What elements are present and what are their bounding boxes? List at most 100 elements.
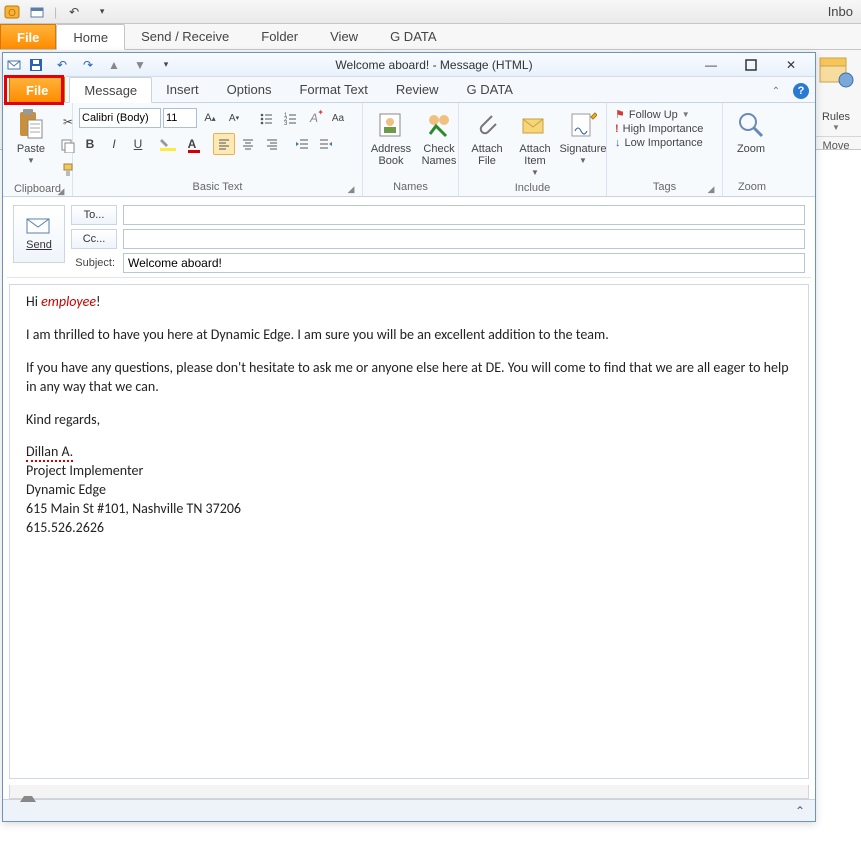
merge-field-employee: employee bbox=[41, 293, 96, 310]
send-button[interactable]: Send bbox=[13, 205, 65, 263]
high-importance-icon: ! bbox=[615, 123, 619, 135]
parent-tab-file[interactable]: File bbox=[0, 24, 56, 49]
parent-qat-more-icon[interactable]: ▾ bbox=[91, 1, 113, 23]
align-right-button[interactable] bbox=[261, 133, 283, 155]
group-tags: ⚑ Follow Up ▼ ! High Importance ↓ Low Im… bbox=[607, 103, 723, 196]
message-statusbar: ⌃ bbox=[3, 799, 815, 821]
svg-text:3: 3 bbox=[284, 121, 288, 125]
qat-undo-icon[interactable]: ↶ bbox=[51, 54, 73, 76]
italic-button[interactable]: I bbox=[103, 133, 125, 155]
parent-undo-icon[interactable]: ↶ bbox=[63, 1, 85, 23]
group-include: Attach File Attach Item ▼ Signature ▼ bbox=[459, 103, 607, 196]
tab-options[interactable]: Options bbox=[213, 77, 286, 102]
horizontal-ruler[interactable] bbox=[9, 785, 809, 799]
parent-ribbon-tabs: File Home Send / Receive Folder View G D… bbox=[0, 24, 861, 50]
signature-button[interactable]: Signature ▼ bbox=[561, 107, 605, 168]
qat-mail-icon bbox=[7, 58, 21, 72]
attach-item- icon bbox=[519, 109, 551, 141]
paste-icon bbox=[15, 109, 47, 141]
maximize-button[interactable] bbox=[731, 55, 771, 75]
to-field[interactable] bbox=[123, 205, 805, 225]
address-book-icon bbox=[375, 109, 407, 141]
message-title: Welcome aboard! - Message (HTML) bbox=[181, 58, 687, 72]
align-center-button[interactable] bbox=[237, 133, 259, 155]
paste-button[interactable]: Paste ▼ bbox=[9, 107, 53, 168]
grow-font-icon[interactable]: A▴ bbox=[199, 107, 221, 129]
bold-button[interactable]: B bbox=[79, 133, 101, 155]
indent-left-button[interactable] bbox=[291, 133, 313, 155]
parent-tab-home[interactable]: Home bbox=[56, 24, 125, 50]
compose-header: Send To... Cc... Subject: bbox=[7, 197, 811, 278]
parent-window-title: Inbo bbox=[828, 4, 857, 19]
launcher-icon[interactable]: ◢ bbox=[346, 184, 356, 194]
paperclip-icon bbox=[471, 109, 503, 141]
parent-qat-sep: | bbox=[54, 5, 57, 19]
close-button[interactable]: ✕ bbox=[771, 55, 811, 75]
underline-button[interactable]: U bbox=[127, 133, 149, 155]
tab-file[interactable]: File bbox=[9, 77, 65, 102]
message-body-editor[interactable]: Hi employee! I am thrilled to have you h… bbox=[9, 284, 809, 779]
ribbon-minimize-icon[interactable]: ⌃ bbox=[765, 80, 787, 102]
qat-save-icon[interactable] bbox=[25, 54, 47, 76]
highlight-button[interactable] bbox=[157, 133, 179, 155]
minimize-button[interactable]: — bbox=[691, 55, 731, 75]
outlook-icon: O bbox=[4, 4, 20, 20]
parent-tab-view[interactable]: View bbox=[314, 24, 374, 49]
svg-text:O: O bbox=[8, 8, 16, 19]
group-clipboard: Paste ▼ ✂ Clipboard◢ bbox=[3, 103, 73, 196]
parent-qat-btn[interactable] bbox=[26, 1, 48, 23]
numbering-icon[interactable]: 123 bbox=[279, 107, 301, 129]
tab-message[interactable]: Message bbox=[69, 77, 152, 103]
group-zoom: Zoom Zoom bbox=[723, 103, 781, 196]
chevron-down-icon: ▼ bbox=[27, 157, 35, 166]
cc-field[interactable] bbox=[123, 229, 805, 249]
parent-tab-sendreceive[interactable]: Send / Receive bbox=[125, 24, 245, 49]
launcher-icon[interactable]: ◢ bbox=[706, 184, 716, 194]
attach-item-button[interactable]: Attach Item ▼ bbox=[513, 107, 557, 180]
zoom-button[interactable]: Zoom bbox=[729, 107, 773, 157]
help-icon[interactable]: ? bbox=[793, 83, 809, 99]
rules-label: Rules bbox=[811, 111, 861, 123]
shrink-font-icon[interactable]: A▾ bbox=[223, 107, 245, 129]
parent-rules-group: Rules ▼ Move bbox=[811, 50, 861, 152]
bullets-icon[interactable] bbox=[255, 107, 277, 129]
tab-insert[interactable]: Insert bbox=[152, 77, 213, 102]
parent-quick-access-toolbar: O | ↶ ▾ Inbo bbox=[0, 0, 861, 24]
group-names: Address Book Check Names Names bbox=[363, 103, 459, 196]
indent-right-button[interactable] bbox=[315, 133, 337, 155]
to-button[interactable]: To... bbox=[71, 205, 117, 225]
tab-gdata[interactable]: G DATA bbox=[453, 77, 527, 102]
attach-file-button[interactable]: Attach File bbox=[465, 107, 509, 169]
launcher-icon[interactable]: ◢ bbox=[56, 186, 66, 196]
subject-label: Subject: bbox=[71, 257, 117, 269]
tab-format-text[interactable]: Format Text bbox=[285, 77, 381, 102]
follow-up-button[interactable]: ⚑ Follow Up ▼ bbox=[613, 107, 692, 122]
qat-prev-icon[interactable]: ▲ bbox=[103, 54, 125, 76]
parent-tab-folder[interactable]: Folder bbox=[245, 24, 314, 49]
align-left-button[interactable] bbox=[213, 133, 235, 155]
cc-button[interactable]: Cc... bbox=[71, 229, 117, 249]
clear-format-icon[interactable]: A✦ bbox=[303, 107, 325, 129]
signature-icon bbox=[567, 109, 599, 141]
qat-redo-icon[interactable]: ↷ bbox=[77, 54, 99, 76]
subject-field[interactable] bbox=[123, 253, 805, 273]
check-names-icon bbox=[423, 109, 455, 141]
font-size-combo[interactable] bbox=[163, 108, 197, 128]
check-names-button[interactable]: Check Names bbox=[417, 107, 461, 169]
rules-icon[interactable] bbox=[816, 54, 856, 109]
low-importance-icon: ↓ bbox=[615, 137, 621, 149]
font-color-button[interactable]: A bbox=[181, 133, 203, 155]
tab-review[interactable]: Review bbox=[382, 77, 453, 102]
togglecase-icon[interactable]: Aa bbox=[327, 107, 349, 129]
high-importance-button[interactable]: ! High Importance bbox=[613, 122, 705, 136]
qat-customize-icon[interactable]: ▾ bbox=[155, 54, 177, 76]
parent-tab-gdata[interactable]: G DATA bbox=[374, 24, 452, 49]
ribbon-toggle-icon[interactable]: ⌃ bbox=[795, 804, 805, 818]
font-family-combo[interactable] bbox=[79, 108, 161, 128]
signature-name: Dillan A. bbox=[26, 443, 73, 462]
ribbon: Paste ▼ ✂ Clipboard◢ bbox=[3, 103, 815, 197]
address-book-button[interactable]: Address Book bbox=[369, 107, 413, 169]
move-group-label: Move bbox=[811, 136, 861, 152]
qat-next-icon[interactable]: ▼ bbox=[129, 54, 151, 76]
low-importance-button[interactable]: ↓ Low Importance bbox=[613, 136, 705, 150]
